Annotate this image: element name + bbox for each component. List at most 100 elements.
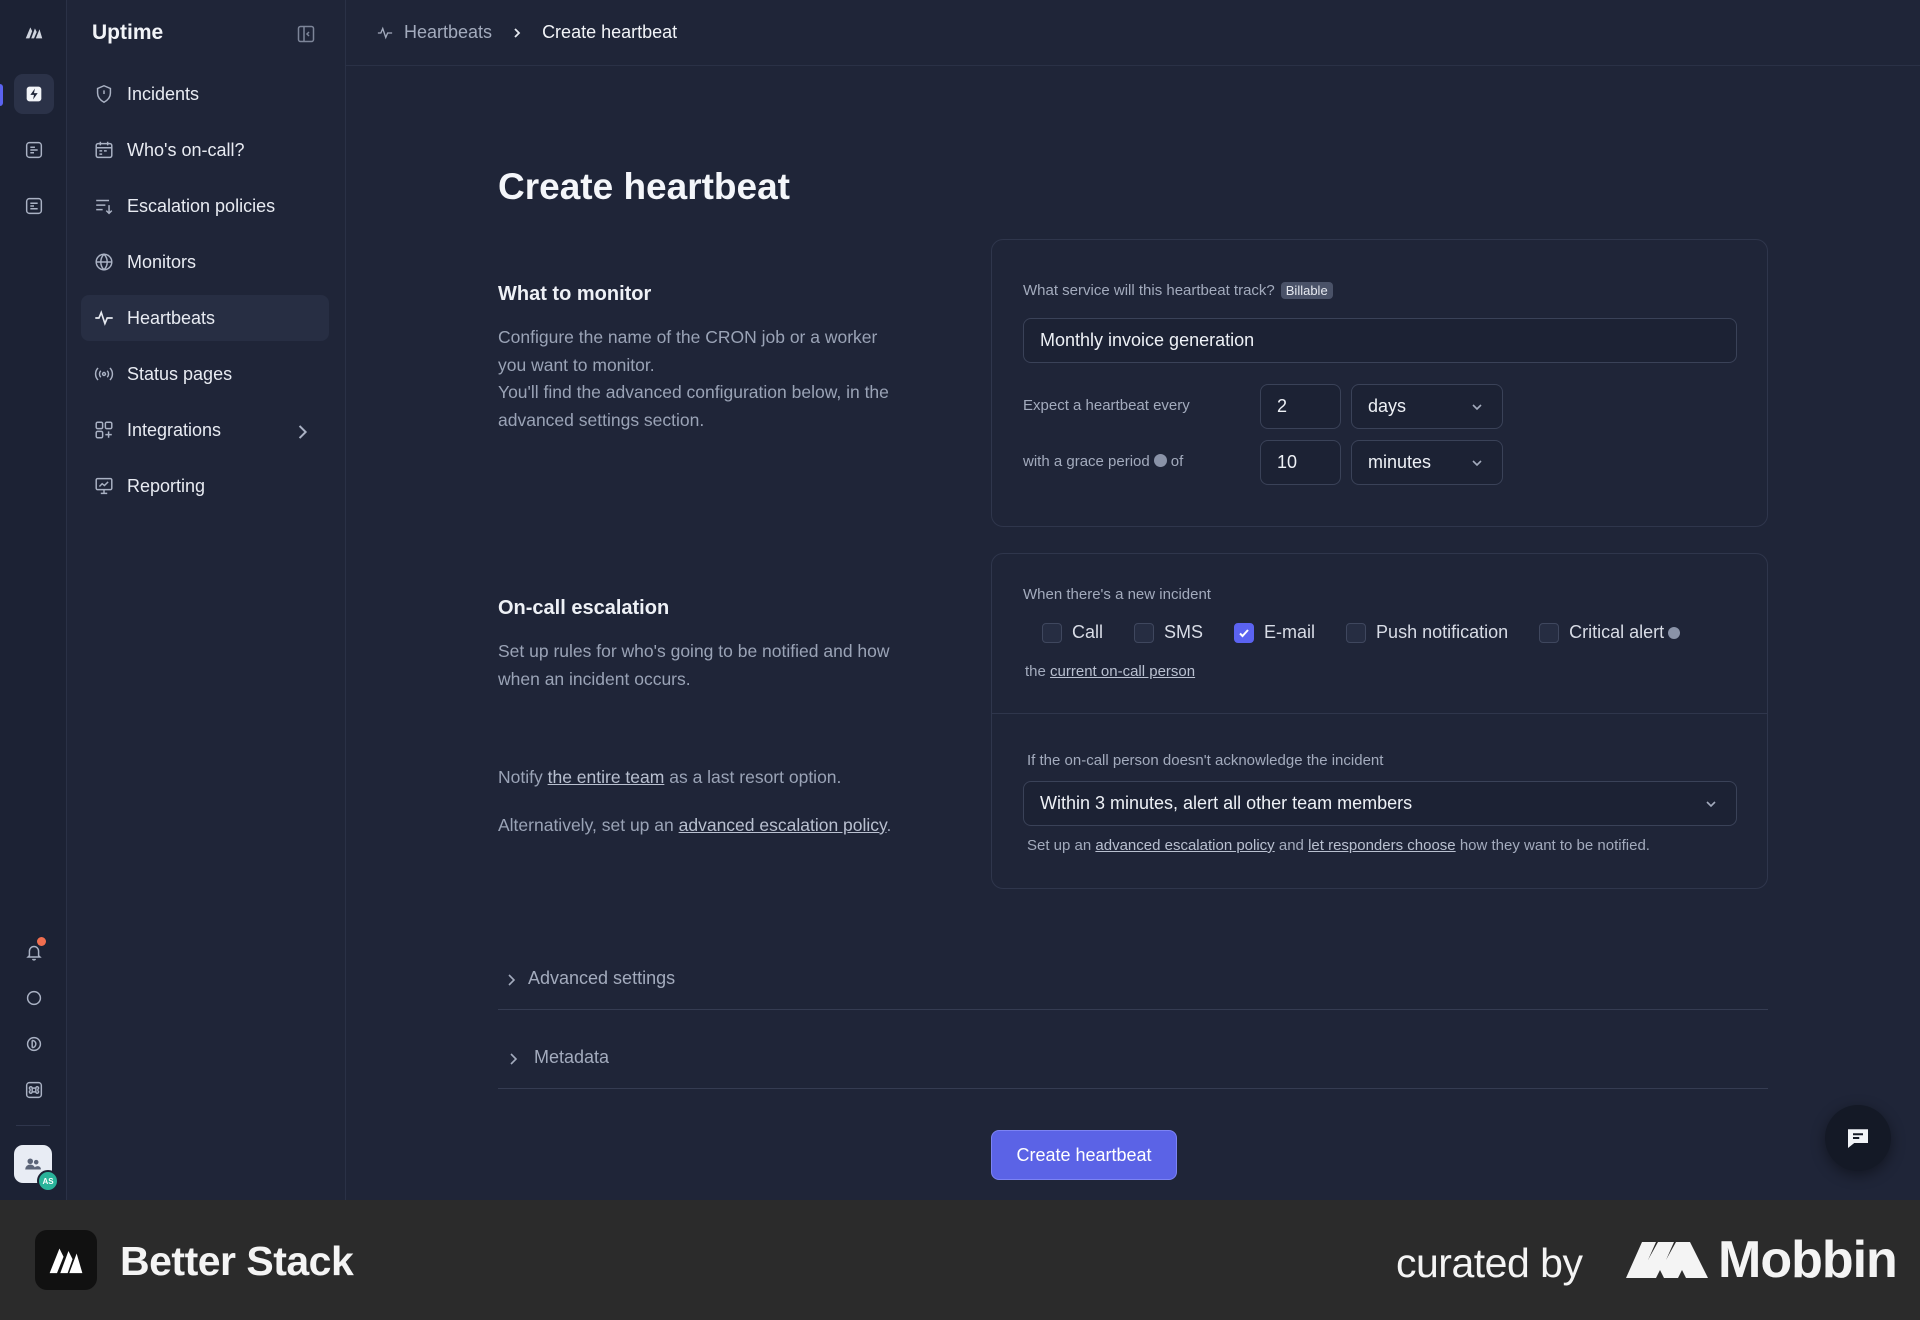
expect-unit-value: days	[1368, 396, 1407, 416]
description-line: You'll find the advanced configuration b…	[498, 382, 889, 430]
recipient-pre: the	[1025, 663, 1046, 680]
channel-sms[interactable]: SMS	[1134, 622, 1203, 643]
what-to-monitor-description: Configure the name of the CRON job or a …	[498, 324, 898, 434]
info-icon[interactable]	[1668, 626, 1681, 639]
checkbox[interactable]	[1539, 622, 1560, 643]
sidebar-item-label: Status pages	[127, 363, 233, 384]
grace-label-text: with a grace period	[1023, 453, 1150, 470]
escalation-card: When there's a new incident the current …	[991, 553, 1768, 889]
monitor-settings-card: What service will this heartbeat track? B…	[991, 239, 1768, 527]
card-divider	[992, 713, 1767, 714]
sidebar-item-label: Incidents	[127, 83, 200, 104]
uptime-app-icon[interactable]	[14, 74, 54, 114]
sidebar-item-label: Escalation policies	[127, 195, 276, 216]
metadata-toggle[interactable]: Metadata	[498, 1029, 1768, 1089]
alt-post: .	[886, 815, 892, 835]
checkbox[interactable]	[1042, 622, 1062, 643]
channel-call[interactable]: Call	[1042, 622, 1103, 643]
channel-label: Call	[1072, 622, 1104, 642]
list-arrow-icon	[96, 199, 113, 215]
new-incident-label: When there's a new incident	[1023, 586, 1211, 603]
sidebar: Uptime Incidents Who's on-call? Escalati…	[67, 0, 346, 1200]
support-chat-button[interactable]	[1825, 1105, 1891, 1171]
sidebar-item-escalation-policies[interactable]: Escalation policies	[81, 183, 329, 229]
on-call-escalation-heading: On-call escalation	[498, 597, 670, 619]
channel-label: SMS	[1164, 622, 1204, 642]
chat-icon	[1848, 1129, 1868, 1148]
command-icon[interactable]	[14, 1070, 54, 1110]
channel-email[interactable]: E-mail	[1234, 622, 1315, 643]
chart-board-icon	[95, 477, 113, 495]
chat-bubble-icon[interactable]	[14, 978, 54, 1018]
chevron-right-icon	[298, 425, 308, 439]
metadata-label: Metadata	[534, 1047, 610, 1067]
chevron-right-icon	[508, 974, 516, 986]
info-icon[interactable]	[1153, 454, 1167, 467]
dashboards-app-icon[interactable]	[14, 186, 54, 226]
grid-plus-icon	[95, 421, 113, 439]
sidebar-item-monitors[interactable]: Monitors	[81, 239, 329, 285]
user-initials-badge: AS	[37, 1170, 59, 1192]
page-title: Create heartbeat	[498, 166, 791, 207]
notifications-bell-icon[interactable]	[14, 932, 54, 972]
no-ack-select[interactable]: Within 3 minutes, alert all other team m…	[1023, 781, 1737, 826]
chevron-down-icon	[1706, 801, 1716, 808]
sidebar-item-reporting[interactable]: Reporting	[81, 463, 329, 509]
let-responders-choose-link[interactable]: let responders choose	[1308, 837, 1456, 854]
sidebar-item-incidents[interactable]: Incidents	[81, 71, 329, 117]
collapse-sidebar-icon[interactable]	[296, 24, 316, 44]
advanced-escalation-policy-link[interactable]: advanced escalation policy	[679, 815, 887, 835]
grace-period-input[interactable]: 10	[1260, 440, 1341, 485]
create-heartbeat-button[interactable]: Create heartbeat	[991, 1130, 1177, 1180]
service-name-input[interactable]: Monthly invoice generation	[1023, 318, 1737, 363]
pulse-icon	[377, 26, 393, 39]
entire-team-link[interactable]: the entire team	[548, 767, 665, 787]
better-stack-logo-icon	[35, 1230, 97, 1290]
footer-post: how they want to be notified.	[1459, 837, 1650, 854]
expect-interval-value: 2	[1277, 396, 1288, 416]
sidebar-item-heartbeats[interactable]: Heartbeats	[81, 295, 329, 341]
service-label: What service will this heartbeat track? B…	[1023, 282, 1333, 299]
footer-pre: Set up an	[1027, 837, 1092, 854]
grace-unit-select[interactable]: minutes	[1351, 440, 1503, 485]
advanced-settings-toggle[interactable]: Advanced settings	[498, 950, 1768, 1010]
grace-period-label: with a grace period of	[1023, 453, 1183, 470]
chevron-right-icon	[510, 1053, 518, 1065]
footer-mid: and	[1278, 837, 1304, 854]
notify-post: as a last resort option.	[669, 767, 842, 787]
expect-interval-input[interactable]: 2	[1260, 384, 1341, 429]
billing-icon[interactable]	[14, 1024, 54, 1064]
alt-pre: Alternatively, set up an	[498, 815, 674, 835]
notify-pre: Notify	[498, 767, 543, 787]
sidebar-item-integrations[interactable]: Integrations	[81, 407, 329, 453]
curated-by-text: curated by	[1396, 1240, 1583, 1286]
pulse-icon	[95, 310, 113, 326]
sidebar-item-on-call[interactable]: Who's on-call?	[81, 127, 329, 173]
current-on-call-person-link[interactable]: current on-call person	[1050, 663, 1195, 680]
check-icon	[1239, 628, 1249, 637]
expect-unit-select[interactable]: days	[1351, 384, 1503, 429]
sidebar-item-label: Monitors	[127, 251, 197, 272]
shield-icon	[96, 84, 112, 104]
channel-critical-alert[interactable]: Critical alert	[1539, 622, 1684, 643]
sidebar-item-label: Heartbeats	[127, 307, 216, 328]
sidebar-item-status-pages[interactable]: Status pages	[81, 351, 329, 397]
breadcrumb-heartbeats-link[interactable]: Heartbeats	[404, 22, 492, 43]
grace-period-value: 10	[1277, 452, 1298, 472]
attribution-footer: Better Stack curated by Mobbin	[0, 1200, 1920, 1320]
grace-label-of: of	[1170, 453, 1184, 470]
better-stack-brand: Better Stack	[120, 1238, 354, 1284]
chevron-down-icon	[1472, 460, 1482, 467]
checkbox[interactable]	[1134, 622, 1155, 643]
checkbox[interactable]	[1346, 622, 1367, 643]
channel-label: Push notification	[1376, 622, 1509, 642]
checkbox-checked[interactable]	[1234, 622, 1255, 643]
channel-push-notification[interactable]: Push notification	[1346, 622, 1508, 643]
advanced-escalation-policy-link[interactable]: advanced escalation policy	[1095, 837, 1274, 854]
expect-label: Expect a heartbeat every	[1023, 397, 1190, 414]
sidebar-item-label: Integrations	[127, 419, 222, 440]
logs-app-icon[interactable]	[14, 130, 54, 170]
notification-channels: Call SMS E-mail Push notification Critic…	[1042, 622, 1715, 643]
calendar-icon	[95, 141, 113, 159]
better-stack-logo-icon[interactable]	[14, 12, 54, 52]
